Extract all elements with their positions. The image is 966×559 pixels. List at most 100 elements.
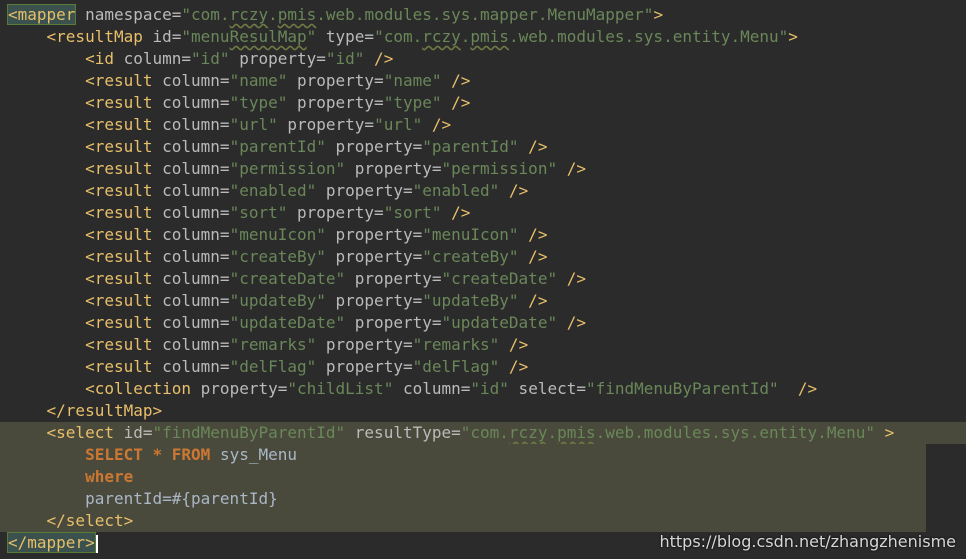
code-token: id= bbox=[142, 27, 182, 46]
code-line[interactable]: <collection property="childList" column=… bbox=[0, 378, 966, 400]
code-token: /> bbox=[518, 225, 548, 244]
code-token: /> bbox=[499, 335, 529, 354]
code-line[interactable]: <result column="menuIcon" property="menu… bbox=[0, 224, 966, 246]
watermark-url: https://blog.csdn.net/zhangzhenisme bbox=[659, 532, 956, 551]
code-token: property= bbox=[287, 71, 384, 90]
code-token: column= bbox=[152, 313, 230, 332]
code-token: <result bbox=[85, 247, 153, 266]
code-token: <result bbox=[85, 291, 153, 310]
code-token: "remarks" bbox=[412, 335, 500, 354]
code-line[interactable]: <result column="type" property="type" /> bbox=[0, 92, 966, 114]
code-token: * bbox=[152, 445, 163, 464]
code-editor[interactable]: <mapper namespace="com.rczy.pmis.web.mod… bbox=[0, 0, 966, 559]
code-token: property= bbox=[277, 115, 375, 134]
code-line[interactable]: <select id="findMenuByParentId" resultTy… bbox=[0, 422, 966, 444]
code-line[interactable]: <result column="delFlag" property="delFl… bbox=[0, 356, 966, 378]
code-line[interactable]: <result column="name" property="name" /> bbox=[0, 70, 966, 92]
code-line[interactable]: <result column="sort" property="sort" /> bbox=[0, 202, 966, 224]
code-token: /> bbox=[422, 115, 452, 134]
code-token: <result bbox=[85, 159, 153, 178]
code-line[interactable]: <id column="id" property="id" /> bbox=[0, 48, 966, 70]
code-line[interactable]: where bbox=[0, 466, 926, 488]
code-token: "parentId" bbox=[229, 137, 326, 156]
code-token: /> bbox=[557, 269, 586, 288]
code-token: id= bbox=[113, 423, 153, 442]
code-token: <select bbox=[46, 423, 114, 442]
code-token: property= bbox=[325, 247, 423, 266]
code-line[interactable]: <result column="parentId" property="pare… bbox=[0, 136, 966, 158]
code-token: rczy bbox=[508, 423, 548, 442]
code-token: "type" bbox=[229, 93, 288, 112]
code-token: property= bbox=[316, 181, 413, 200]
code-token: . bbox=[268, 5, 278, 24]
code-line[interactable]: </resultMap> bbox=[0, 400, 966, 422]
code-token: > bbox=[788, 27, 798, 46]
code-token: <result bbox=[85, 335, 153, 354]
code-token: column= bbox=[152, 203, 230, 222]
code-line[interactable]: <result column="permission" property="pe… bbox=[0, 158, 966, 180]
code-line[interactable]: <result column="createDate" property="cr… bbox=[0, 268, 966, 290]
code-token: column= bbox=[152, 115, 230, 134]
code-token: where bbox=[85, 467, 134, 486]
code-token: SELECT bbox=[85, 445, 143, 464]
code-token: property= bbox=[316, 357, 413, 376]
code-token: /> bbox=[364, 49, 394, 68]
code-line[interactable]: <result column="updateBy" property="upda… bbox=[0, 290, 966, 312]
code-line[interactable]: <result column="enabled" property="enabl… bbox=[0, 180, 966, 202]
code-token: "name" bbox=[383, 71, 442, 90]
code-line[interactable]: <mapper namespace="com.rczy.pmis.web.mod… bbox=[0, 4, 966, 26]
code-token: "createDate" bbox=[441, 269, 558, 288]
code-token: property= bbox=[325, 291, 423, 310]
code-token: "enabled" bbox=[229, 181, 317, 200]
code-token: > bbox=[653, 5, 664, 24]
code-token: <result bbox=[85, 313, 153, 332]
code-token: "updateBy" bbox=[422, 291, 519, 310]
code-token: . bbox=[460, 27, 471, 46]
code-token: column= bbox=[152, 357, 230, 376]
code-token: . bbox=[547, 423, 558, 442]
code-token: type= bbox=[316, 27, 375, 46]
code-token: <collection bbox=[85, 379, 192, 398]
code-token: "updateDate" bbox=[229, 313, 346, 332]
code-token: rczy bbox=[422, 27, 461, 46]
code-token: " bbox=[306, 27, 317, 46]
code-line[interactable]: parentId=#{parentId} bbox=[0, 488, 926, 510]
code-token: /> bbox=[778, 379, 818, 398]
code-token: </mapper> bbox=[7, 532, 96, 553]
code-line[interactable]: <result column="remarks" property="remar… bbox=[0, 334, 966, 356]
code-token: rczy bbox=[229, 5, 269, 24]
code-token: column= bbox=[113, 49, 192, 68]
code-token: property= bbox=[316, 335, 413, 354]
code-token: "permission" bbox=[229, 159, 346, 178]
code-line[interactable]: SELECT * FROM sys_Menu bbox=[0, 444, 926, 466]
code-token: property= bbox=[345, 269, 442, 288]
code-line[interactable]: <result column="updateDate" property="up… bbox=[0, 312, 966, 334]
code-token: "com. bbox=[181, 5, 230, 24]
code-token: "delFlag" bbox=[229, 357, 317, 376]
code-token: <result bbox=[85, 203, 153, 222]
code-line[interactable]: <result column="url" property="url" /> bbox=[0, 114, 966, 136]
code-line[interactable]: </select> bbox=[0, 510, 926, 532]
code-token: /> bbox=[499, 357, 529, 376]
code-line[interactable]: <resultMap id="menuResulMap" type="com.r… bbox=[0, 26, 966, 48]
code-token: property= bbox=[287, 203, 384, 222]
code-token: "delFlag" bbox=[412, 357, 500, 376]
code-token: <result bbox=[85, 115, 153, 134]
code-token: /> bbox=[441, 93, 471, 112]
code-line[interactable]: <result column="createBy" property="crea… bbox=[0, 246, 966, 268]
code-token: "findMenuByParentId" bbox=[152, 423, 346, 442]
code-token: column= bbox=[152, 335, 230, 354]
code-token: /> bbox=[557, 313, 586, 332]
